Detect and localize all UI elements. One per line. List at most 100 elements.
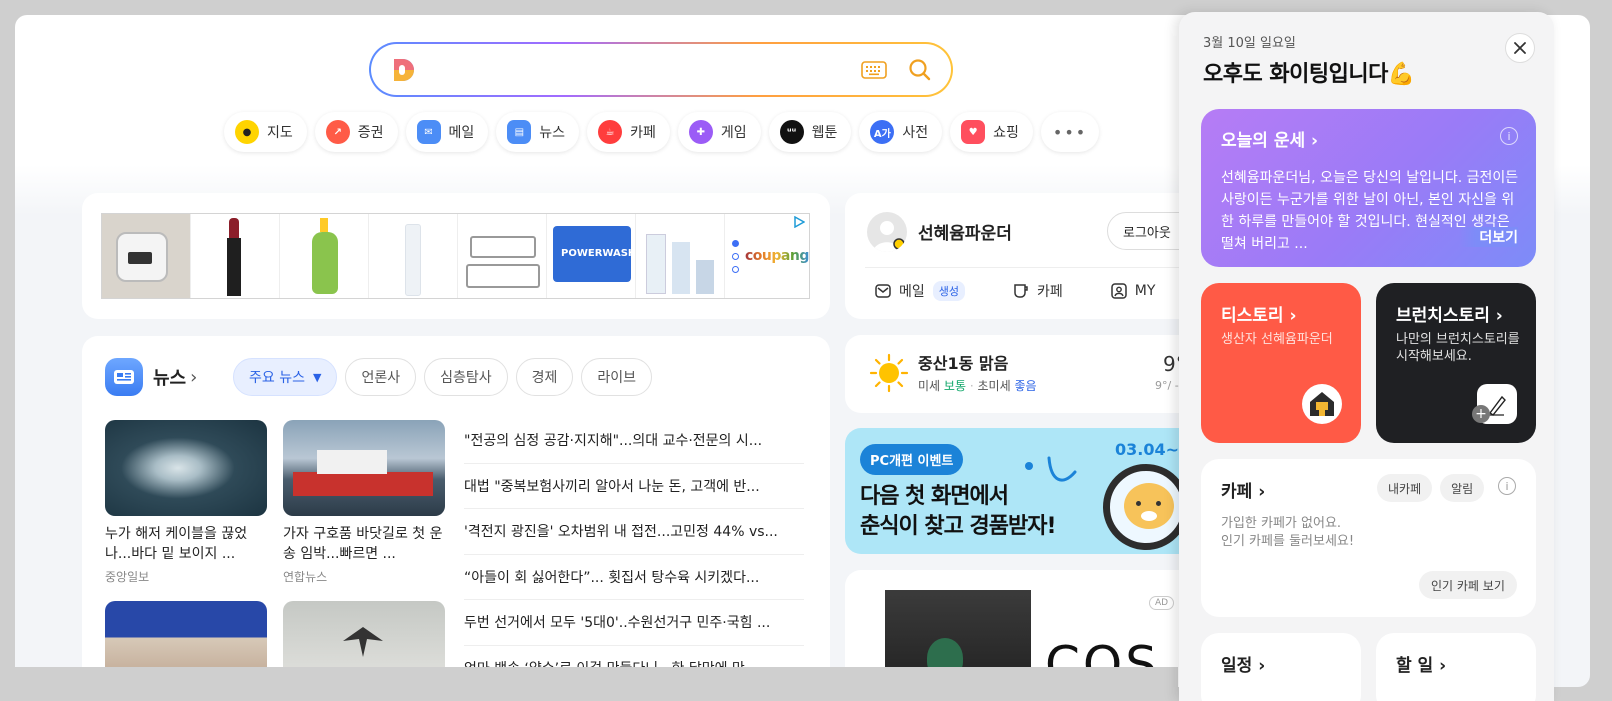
chevron-down-icon: ▼ [312,370,322,384]
dictionary-icon: A가 [870,120,895,144]
more-shortcuts-button[interactable]: ••• [1040,112,1100,152]
info-icon[interactable]: i [1500,127,1518,145]
ad-product-powerwash[interactable]: POWERWASH [547,214,636,298]
fine-dust-status: 좋음 [1014,379,1037,393]
stock-chart-icon: ↗ [325,120,350,144]
cafe-buttons: 내카페 알림 [1377,474,1485,502]
news-card-caption[interactable]: 누가 해저 케이블을 끊었나...바다 밑 보이지 ... [105,524,267,564]
avatar[interactable] [867,212,907,252]
ad-pagination[interactable] [725,214,745,298]
shortcut-mail[interactable]: ✉ 메일 [405,112,489,152]
close-panel-button[interactable] [1505,33,1535,63]
ad-product-cosmetic-tube[interactable] [369,214,458,298]
ad-choices-icon[interactable] [793,216,805,228]
tistory-blog-icon[interactable] [1302,384,1342,424]
news-headline-list: "전공의 심정 공감·지지해"...의대 교수·전문의 시... 대법 "중복보… [464,418,804,687]
schedule-title[interactable]: 일정 › [1221,651,1265,676]
account-link-my[interactable]: MY [1111,281,1155,301]
dust-status: 보통 [943,379,967,393]
news-headline[interactable]: 대법 "중복보험사끼리 알아서 나눈 돈, 고객에 반... [464,464,804,509]
add-icon[interactable]: + [1472,405,1490,423]
temperature-range: 9°/ - [1155,379,1179,392]
cafe-cup-icon [1014,284,1028,298]
shopping-bag-icon: ♥ [961,120,986,144]
tistory-desc: 생산자 선혜윰파운더 [1221,332,1333,347]
news-thumbnail-ship[interactable] [283,420,445,516]
news-card-caption[interactable]: 가자 구호품 바닷길로 첫 운송 임박...빠르면 ... [283,524,445,564]
username[interactable]: 선혜윰파운더 [918,219,1012,244]
ad-products[interactable]: POWERWASH coupang [101,213,810,299]
fortune-title[interactable]: 오늘의 운세 › [1221,126,1318,151]
news-headline[interactable]: '격전지 광진을' 오차범위 내 접전...고민정 44% vs... [464,509,804,555]
news-headline[interactable]: "전공의 심정 공감·지지해"...의대 교수·전문의 시... [464,418,804,464]
account-link-cafe[interactable]: 카페 [1013,281,1063,301]
ad-dot[interactable] [731,265,739,273]
shortcut-dictionary[interactable]: A가 사전 [859,112,943,152]
schedule-card[interactable]: 일정 › [1201,633,1361,701]
fortune-more-link[interactable]: 더보기 [1459,227,1518,247]
webtoon-icon: ᵘᵘ [779,120,804,144]
shortcut-news[interactable]: ▤ 뉴스 [496,112,580,152]
ad-badge: AD [1149,596,1175,610]
bottom-shade [0,667,1178,701]
search-box[interactable] [369,42,953,97]
news-headline[interactable]: “아들이 회 싫어한다”... 횟집서 탕수육 시키겠다... [464,555,804,600]
brunch-card[interactable]: 브런치스토리 › 나만의 브런치스토리를 시작해보세요. + [1376,283,1536,443]
popular-cafes-button[interactable]: 인기 카페 보기 [1419,571,1517,599]
ad-product-dish-soap[interactable] [280,214,369,298]
event-date: 03.04~ [1115,440,1180,459]
cafe-alerts-button[interactable]: 알림 [1440,474,1485,502]
ad-product-skincare-set[interactable] [636,214,725,298]
tistory-card[interactable]: 티스토리 › 생산자 선혜윰파운더 [1201,283,1361,443]
panel-date: 3월 10일 일요일 [1203,36,1296,51]
news-icon: ▤ [507,120,532,144]
ad-dot-active[interactable] [731,239,739,247]
tab-economy[interactable]: 경제 [515,358,574,396]
ad-product-dish-rack[interactable] [458,214,547,298]
tab-top-news[interactable]: 주요 뉴스 ▼ [233,358,338,396]
search-input[interactable] [431,52,831,86]
weather-card[interactable]: 중산1동 맑음 미세 보통 · 초미세 좋음 9° 9°/ - [845,335,1205,413]
news-card-source: 중앙일보 [105,570,150,584]
ad-product-label-printer[interactable] [102,214,191,298]
sun-icon [869,353,909,393]
event-banner[interactable]: PC개편 이벤트 03.04~ 다음 첫 화면에서 춘식이 찾고 경품받자! [845,428,1205,554]
news-title[interactable]: 뉴스 [153,364,186,390]
shortcut-stock[interactable]: ↗ 증권 [314,112,398,152]
ad-dot[interactable] [731,252,739,260]
air-quality: 미세 보통 · 초미세 좋음 [918,379,1037,393]
news-header[interactable]: 뉴스 › [105,358,197,396]
tistory-title[interactable]: 티스토리 › [1221,301,1296,326]
daum-logo-icon [394,59,414,81]
info-icon[interactable]: i [1498,477,1516,495]
shortcut-game[interactable]: ✚ 게임 [677,112,761,152]
todo-title[interactable]: 할 일 › [1396,651,1446,676]
todo-card[interactable]: 할 일 › [1376,633,1536,701]
shortcut-cafe[interactable]: ☕ 카페 [587,112,670,152]
my-cafe-button[interactable]: 내카페 [1377,474,1433,502]
account-link-mail[interactable]: 메일 생성 [875,281,966,301]
chevron-right-icon: › [190,366,198,388]
shortcut-map[interactable]: ● 지도 [224,112,307,152]
close-icon [1514,42,1526,54]
tab-live[interactable]: 라이브 [581,358,653,396]
fortune-card[interactable]: 오늘의 운세 › i 선혜윰파운더님, 오늘은 당신의 날입니다. 금전이든 사… [1201,109,1536,267]
ad-product-lipstick[interactable] [191,214,280,298]
search-icon[interactable] [907,57,933,83]
mail-outline-icon [875,284,891,298]
brunch-title[interactable]: 브런치스토리 › [1396,301,1503,326]
mail-create-badge[interactable]: 생성 [932,281,966,301]
shortcut-shopping[interactable]: ♥ 쇼핑 [950,112,1033,152]
keyboard-icon[interactable] [861,60,887,80]
tab-press[interactable]: 언론사 [345,358,417,396]
product-ad-banner[interactable]: POWERWASH coupang [82,193,830,319]
news-headline[interactable]: 두번 선거에서 모두 '5대0'..수원선거구 민주·국힘 ... [464,600,804,646]
shortcut-webtoon[interactable]: ᵘᵘ 웹툰 [768,112,852,152]
gamepad-icon: ✚ [688,120,713,144]
cafe-title[interactable]: 카페 › [1221,477,1265,502]
tab-investigative[interactable]: 심층탐사 [424,358,508,396]
news-card-source: 연합뉴스 [283,570,328,584]
news-thumbnail-sea[interactable] [105,420,267,516]
news-section: 뉴스 › 주요 뉴스 ▼ 언론사 심층탐사 경제 라이브 누가 해저 케이블을 끊… [82,336,830,687]
more-dots-icon: ••• [1052,122,1088,142]
